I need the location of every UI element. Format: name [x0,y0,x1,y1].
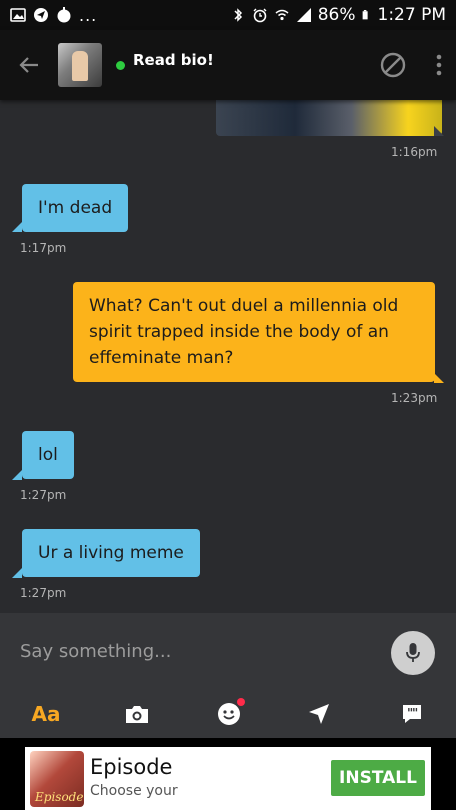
notification-dot [237,698,245,706]
signal-icon [296,8,311,22]
message-time: 1:27pm [20,586,67,600]
bubble-tail [12,470,22,480]
message-bubble-incoming[interactable]: Ur a living meme [22,529,200,577]
more-notifications: ... [79,5,98,25]
chat-header: Read bio! [0,30,456,100]
online-status-dot [116,60,125,70]
bluetooth-icon [234,8,242,22]
bubble-tail [12,222,22,232]
battery-icon [362,10,368,20]
saved-phrases-button[interactable]: " " [398,690,426,738]
message-list[interactable]: 1:16pm I'm dead 1:17pm What? Can't out d… [0,100,456,613]
camera-icon [126,706,148,723]
message-bubble-outgoing[interactable]: What? Can't out duel a millennia old spi… [73,282,435,382]
composer-toolbar: Aa " " [0,690,456,738]
stickers-button[interactable] [215,690,245,738]
status-bar: ... 86% 1:27 PM [0,0,456,30]
message-bubble-incoming[interactable]: lol [22,431,74,479]
camera-button[interactable] [123,690,151,738]
microphone-icon [406,643,420,662]
bubble-tail [434,373,444,383]
back-button[interactable] [14,50,44,80]
svg-text:": " [412,706,418,720]
battery-percent: 86% [317,5,356,25]
quote-bubble-icon: "" [403,705,421,723]
block-icon[interactable] [380,52,406,78]
message-time: 1:23pm [391,391,438,405]
app-notification-icon [57,7,71,23]
location-status-icon [34,8,48,22]
location-arrow-icon [309,704,329,724]
message-input[interactable]: Say something... [20,641,171,662]
voice-message-button[interactable] [391,631,435,675]
gallery-icon [10,8,26,22]
more-options-icon[interactable] [436,54,442,76]
install-button[interactable]: INSTALL [331,760,425,796]
message-bubble-incoming[interactable]: I'm dead [22,184,129,232]
clock: 1:27 PM [377,5,447,25]
alarm-icon [253,8,267,23]
message-time: 1:16pm [391,145,438,159]
smiley-icon [218,703,240,725]
avatar[interactable] [58,43,102,87]
message-time: 1:27pm [20,488,67,502]
ad-title: Episode [90,755,173,779]
ad-app-icon[interactable]: Episode [30,751,84,807]
bubble-tail [434,126,444,136]
ad-banner[interactable]: Episode Episode Choose your INSTALL [25,747,431,810]
profile-headline[interactable]: Read bio! [133,51,214,69]
text-format-button[interactable]: Aa [30,690,62,738]
arrow-left-icon [19,57,38,73]
sent-photo[interactable] [216,100,442,136]
message-time: 1:17pm [20,241,67,255]
ad-app-icon-logo: Episode [35,790,84,804]
send-location-button[interactable] [305,690,333,738]
bubble-tail [12,568,22,578]
wifi-icon [275,9,289,21]
ad-subtitle: Choose your [90,783,178,799]
